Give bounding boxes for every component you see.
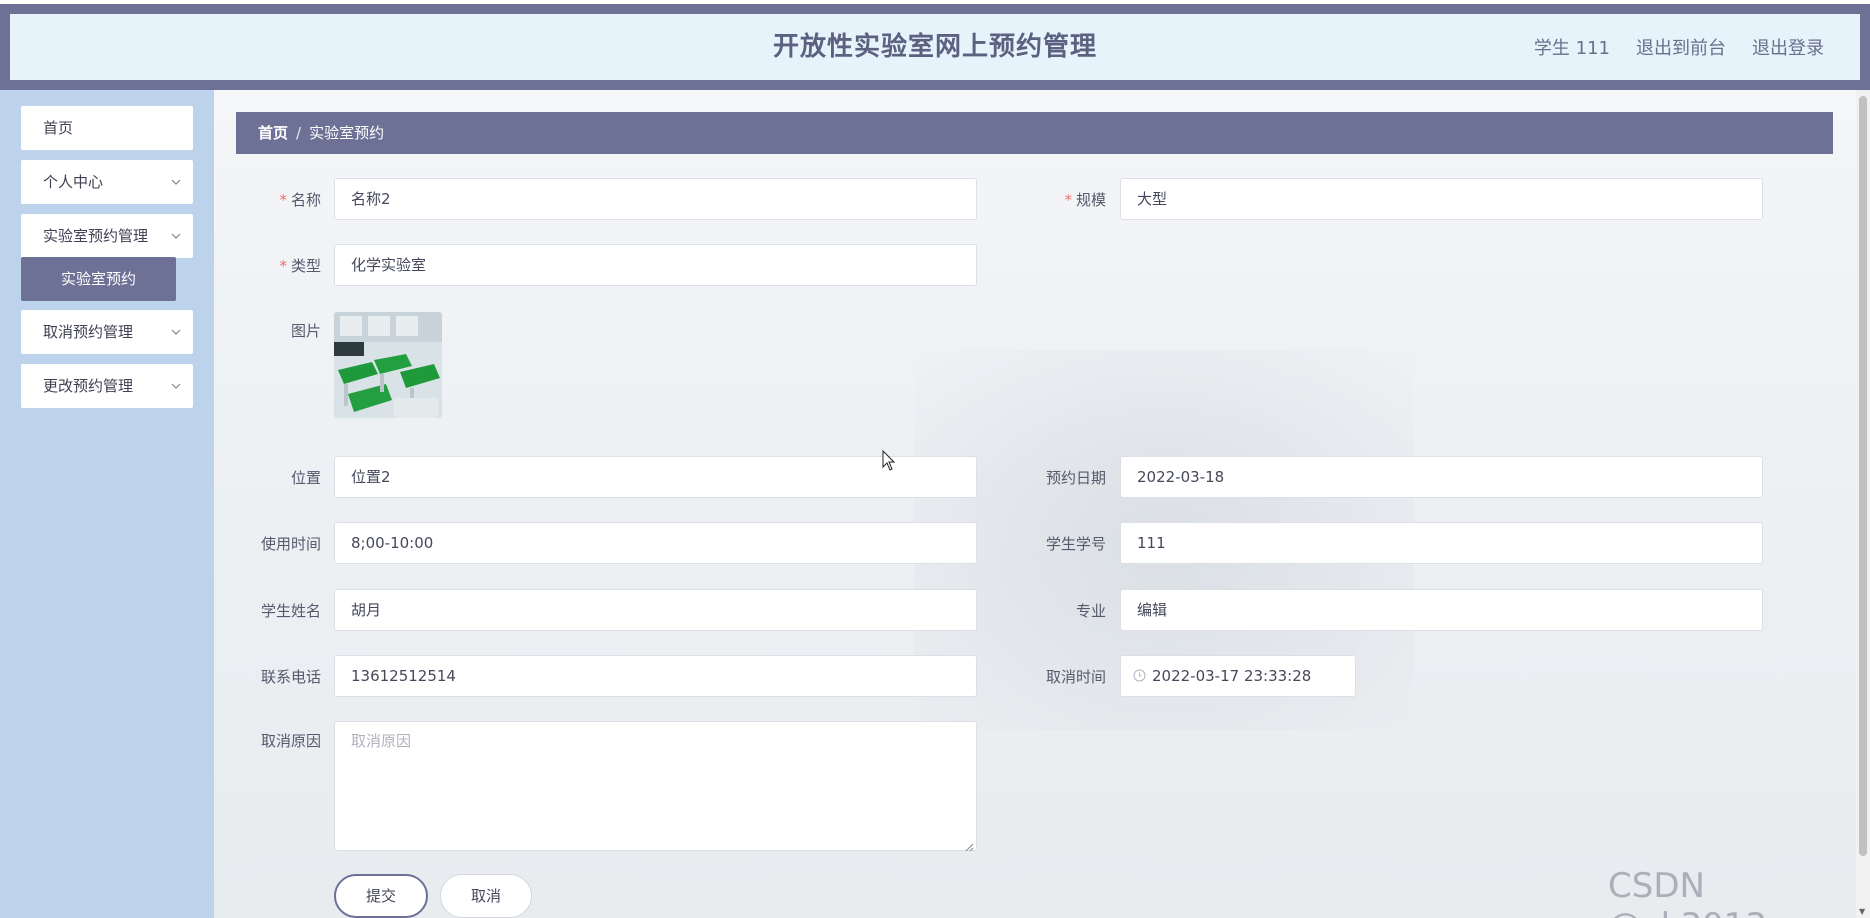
chevron-down-icon — [171, 364, 181, 426]
sidebar-item-home[interactable]: 首页 — [21, 106, 193, 150]
required-mark: * — [279, 257, 287, 275]
sidebar-item-label: 取消预约管理 — [43, 323, 134, 341]
sidebar-item-label: 首页 — [43, 119, 74, 137]
use-time-label: 使用时间 — [260, 535, 321, 553]
scrollbar-thumb[interactable] — [1859, 96, 1867, 856]
sidebar-item-cancel-booking-management[interactable]: 取消预约管理 — [21, 310, 193, 354]
cancel-time-label: 取消时间 — [1045, 668, 1106, 686]
resize-handle-icon[interactable] — [964, 838, 974, 852]
submit-button[interactable]: 提交 — [334, 874, 428, 918]
exit-to-front-link[interactable]: 退出到前台 — [1636, 34, 1726, 60]
lab-photo[interactable] — [334, 312, 442, 418]
current-user: 学生 111 — [1533, 38, 1610, 59]
cancel-time-value: 2022-03-17 23:33:28 — [1152, 667, 1312, 685]
cancel-reason-textarea[interactable]: 取消原因 — [334, 721, 977, 852]
scrollbar[interactable]: ▼ — [1856, 90, 1870, 918]
scale-label-text: 规模 — [1075, 191, 1106, 209]
use-time-field[interactable]: 8;00-10:00 — [334, 522, 977, 564]
scale-label: * 规模 — [1016, 189, 1106, 210]
header: 开放性实验室网上预约管理 学生 111 退出到前台 退出登录 — [0, 4, 1870, 90]
type-label: * 类型 — [231, 255, 321, 276]
logout-link[interactable]: 退出登录 — [1752, 34, 1824, 60]
sidebar-item-label: 实验室预约管理 — [43, 227, 149, 245]
sidebar: 首页 个人中心 实验室预约管理 实验室预约 取消预约管理 更改预约管理 — [0, 90, 214, 918]
cancel-time-field[interactable]: 2022-03-17 23:33:28 — [1120, 655, 1356, 697]
location-label: 位置 — [290, 469, 321, 487]
sidebar-item-label: 实验室预约 — [60, 270, 136, 288]
type-field[interactable]: 化学实验室 — [334, 244, 977, 286]
required-mark: * — [1064, 191, 1072, 209]
cancel-button[interactable]: 取消 — [440, 874, 532, 918]
header-links: 学生 111 退出到前台 退出登录 — [1534, 14, 1824, 80]
sidebar-subitem-lab-booking[interactable]: 实验室预约 — [21, 257, 176, 301]
cancel-reason-placeholder: 取消原因 — [351, 732, 412, 750]
student-name-field[interactable]: 胡月 — [334, 589, 977, 631]
student-name-label: 学生姓名 — [260, 602, 321, 620]
name-field[interactable]: 名称2 — [334, 178, 977, 220]
breadcrumb-separator: / — [296, 124, 302, 142]
phone-field[interactable]: 13612512514 — [334, 655, 977, 697]
chevron-down-icon — [171, 310, 181, 372]
booking-date-field[interactable]: 2022-03-18 — [1120, 456, 1763, 498]
breadcrumb-home[interactable]: 首页 — [258, 124, 288, 142]
sidebar-item-lab-booking-management[interactable]: 实验室预约管理 — [21, 214, 193, 258]
type-label-text: 类型 — [290, 257, 321, 275]
cancel-reason-label: 取消原因 — [260, 732, 321, 750]
watermark: CSDN @ck3013 — [1608, 866, 1767, 918]
required-mark: * — [279, 191, 287, 209]
chevron-down-icon — [171, 160, 181, 222]
date-label: 预约日期 — [1045, 469, 1106, 487]
phone-label: 联系电话 — [260, 668, 321, 686]
breadcrumb-current: 实验室预约 — [309, 124, 385, 142]
sidebar-item-label: 更改预约管理 — [43, 377, 134, 395]
major-field[interactable]: 编辑 — [1120, 589, 1763, 631]
scale-field[interactable]: 大型 — [1120, 178, 1763, 220]
student-id-field[interactable]: 111 — [1120, 522, 1763, 564]
breadcrumb: 首页 / 实验室预约 — [236, 112, 1833, 154]
sidebar-item-label: 个人中心 — [43, 173, 104, 191]
main-content: 首页 / 实验室预约 * 名称 名称2 * 规模 大型 * 类型 化学实验室 图片 位置 … — [214, 90, 1856, 918]
clock-icon — [1133, 657, 1146, 697]
name-label: * 名称 — [231, 189, 321, 210]
name-label-text: 名称 — [290, 191, 321, 209]
sidebar-item-personal-center[interactable]: 个人中心 — [21, 160, 193, 204]
header-bar: 开放性实验室网上预约管理 学生 111 退出到前台 退出登录 — [10, 14, 1860, 80]
sidebar-item-change-booking-management[interactable]: 更改预约管理 — [21, 364, 193, 408]
location-field[interactable]: 位置2 — [334, 456, 977, 498]
student-id-label: 学生学号 — [1045, 535, 1106, 553]
image-label: 图片 — [290, 322, 321, 340]
major-label: 专业 — [1075, 602, 1106, 620]
mouse-cursor-icon — [882, 449, 896, 476]
